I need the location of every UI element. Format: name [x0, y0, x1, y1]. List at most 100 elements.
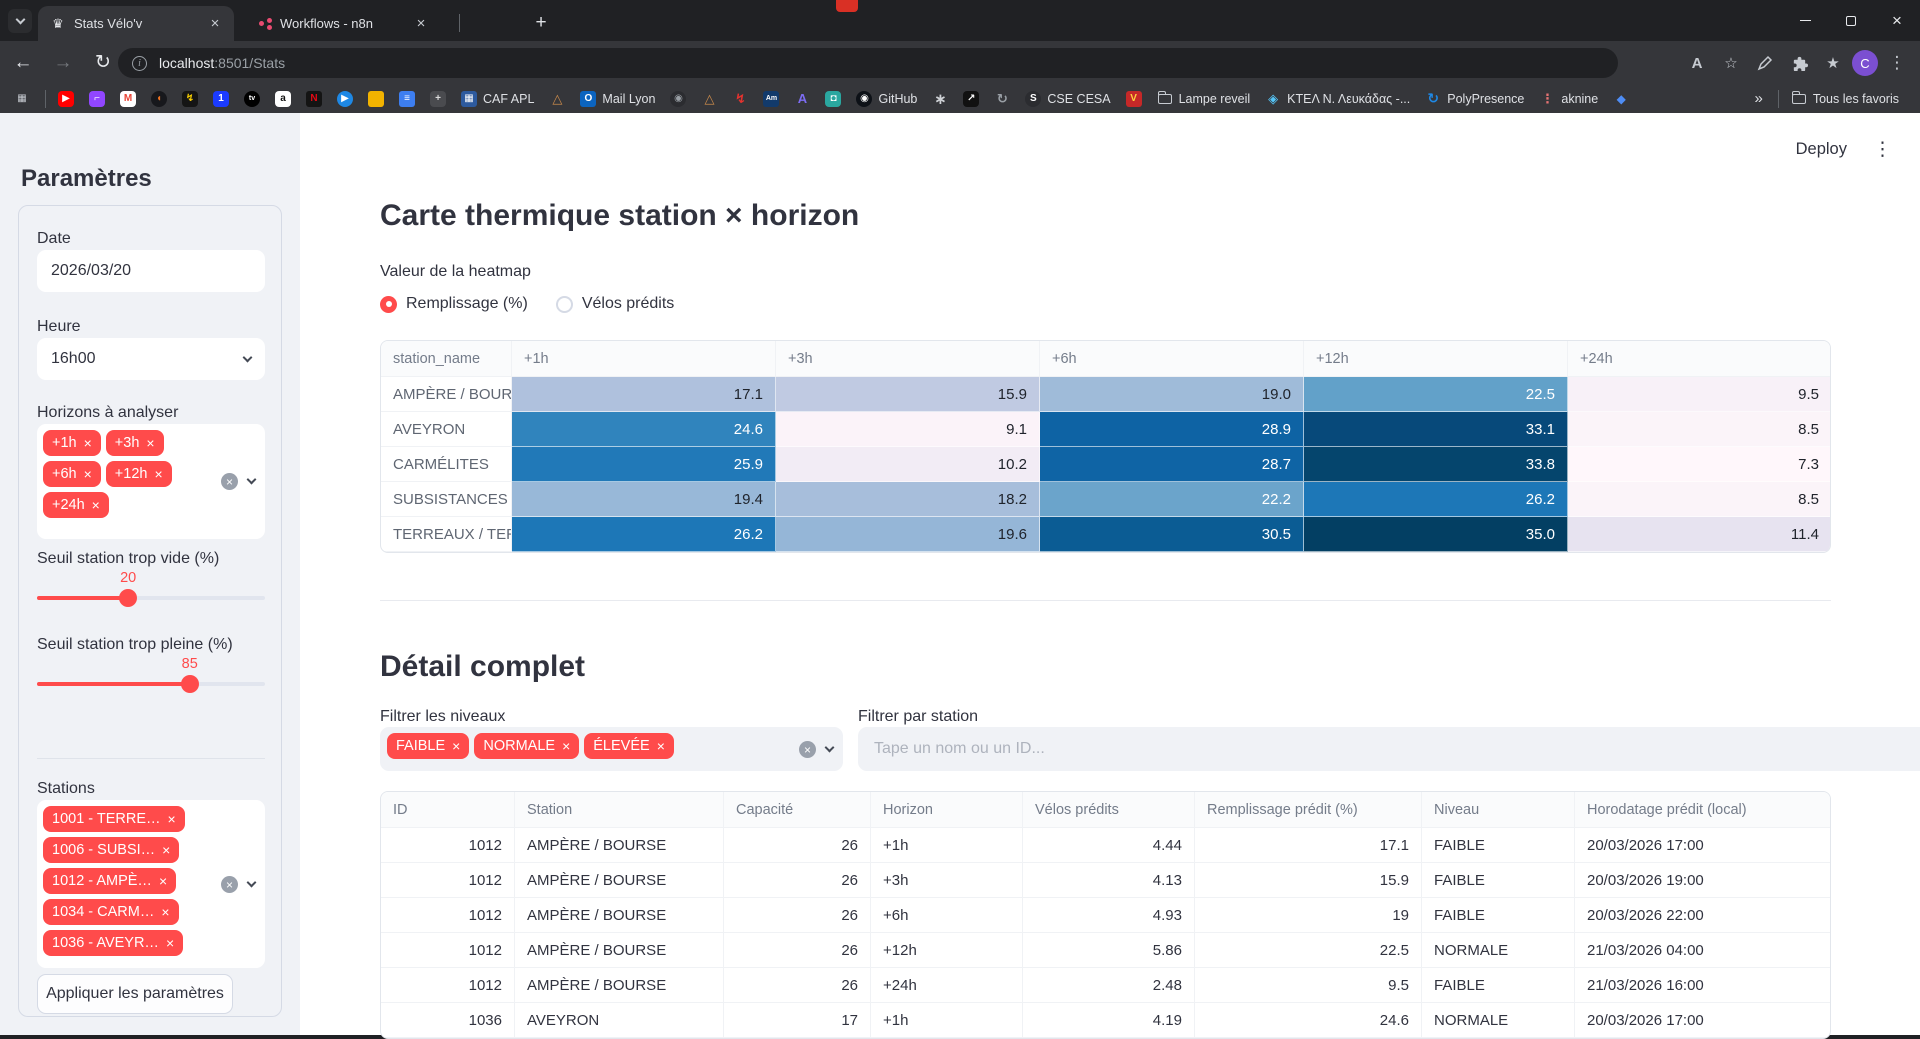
bookmark-item[interactable]: △: [545, 88, 569, 110]
bookmark-item[interactable]: M: [116, 88, 140, 110]
tag-remove-icon[interactable]: ×: [452, 739, 460, 753]
bookmark-star-icon[interactable]: ☆: [1716, 48, 1746, 78]
bookmark-item[interactable]: V: [1122, 88, 1146, 110]
window-close-button[interactable]: ×: [1874, 0, 1920, 41]
table-cell[interactable]: 15.9: [1195, 863, 1422, 898]
browser-menu-kebab-icon[interactable]: ⋮: [1882, 48, 1912, 78]
bookmark-item[interactable]: ≡: [395, 88, 419, 110]
apply-parameters-button[interactable]: Appliquer les paramètres: [37, 974, 233, 1014]
window-maximize-button[interactable]: [1828, 0, 1874, 41]
heatmap-column-header[interactable]: +6h: [1040, 341, 1304, 377]
bookmark-item[interactable]: 1: [209, 88, 233, 110]
bookmark-item[interactable]: N: [302, 88, 326, 110]
detail-column-header[interactable]: Vélos prédits: [1023, 792, 1195, 828]
bookmark-item[interactable]: ◖: [147, 88, 171, 110]
heatmap-column-header[interactable]: +12h: [1304, 341, 1568, 377]
bookmark-caf-apl[interactable]: ▦CAF APL: [457, 88, 538, 110]
bookmark-item[interactable]: ↻: [990, 88, 1014, 110]
table-cell[interactable]: 1012: [381, 898, 515, 933]
level-multiselect[interactable]: FAIBLE×NORMALE×ÉLEVÉE× ×: [380, 727, 843, 771]
bookmark-item[interactable]: ▶: [333, 88, 357, 110]
slider-thumb[interactable]: [119, 589, 137, 607]
table-cell[interactable]: AMPÈRE / BOURSE: [515, 898, 724, 933]
heatmap-table[interactable]: station_name+1h+3h+6h+12h+24hAMPÈRE / BO…: [380, 340, 1831, 553]
heatmap-row-label[interactable]: SUBSISTANCES: [381, 482, 512, 517]
bookmark-item[interactable]: ◆: [1609, 88, 1633, 110]
clear-all-icon[interactable]: ×: [799, 741, 816, 758]
tag-remove-icon[interactable]: ×: [657, 739, 665, 753]
heatmap-cell[interactable]: 7.3: [1568, 447, 1831, 482]
bookmark-item[interactable]: a: [271, 88, 295, 110]
table-cell[interactable]: 4.13: [1023, 863, 1195, 898]
tab-n8n[interactable]: Workflows - n8n ×: [244, 6, 440, 41]
tag-remove-icon[interactable]: ×: [562, 739, 570, 753]
bookmark-aknine[interactable]: ⋮aknine: [1535, 88, 1602, 110]
heatmap-cell[interactable]: 19.0: [1040, 377, 1304, 412]
site-info-icon[interactable]: i: [132, 56, 147, 71]
table-cell[interactable]: 21/03/2026 16:00: [1575, 968, 1831, 1003]
bookmark-item[interactable]: ◉: [666, 88, 690, 110]
table-cell[interactable]: FAIBLE: [1422, 898, 1575, 933]
bookmark-item[interactable]: ⌐: [85, 88, 109, 110]
station-tag[interactable]: 1012 - AMPÈ…×: [43, 868, 176, 894]
table-cell[interactable]: 1012: [381, 968, 515, 1003]
level-tag[interactable]: FAIBLE×: [387, 733, 469, 759]
tab-stats-velov[interactable]: ♛ Stats Vélo'v ×: [38, 6, 234, 41]
time-select[interactable]: 16h00: [37, 338, 265, 380]
heatmap-column-header[interactable]: +3h: [776, 341, 1040, 377]
forward-button[interactable]: →: [46, 46, 80, 80]
detail-column-header[interactable]: Station: [515, 792, 724, 828]
all-bookmarks-folder[interactable]: Tous les favoris: [1787, 88, 1903, 110]
window-minimize-button[interactable]: [1782, 0, 1828, 41]
bookmark-item[interactable]: A: [790, 88, 814, 110]
full-threshold-slider[interactable]: 85: [37, 656, 265, 696]
bookmark-item[interactable]: ∗: [928, 88, 952, 110]
tab-search-button[interactable]: [8, 9, 32, 33]
bookmark-folder[interactable]: Lampe reveil: [1153, 88, 1255, 110]
table-cell[interactable]: AMPÈRE / BOURSE: [515, 933, 724, 968]
heatmap-cell[interactable]: 11.4: [1568, 517, 1831, 552]
heatmap-cell[interactable]: 9.1: [776, 412, 1040, 447]
heatmap-cell[interactable]: 33.1: [1304, 412, 1568, 447]
bookmark-item[interactable]: tv: [240, 88, 264, 110]
chevron-down-icon[interactable]: [247, 475, 257, 485]
app-menu-kebab-icon[interactable]: ⋮: [1873, 138, 1892, 161]
horizon-tag[interactable]: +24h×: [43, 492, 109, 518]
refresh-button[interactable]: ↻: [86, 46, 120, 80]
level-tag[interactable]: NORMALE×: [474, 733, 579, 759]
heatmap-column-header[interactable]: +1h: [512, 341, 776, 377]
tag-remove-icon[interactable]: ×: [166, 936, 174, 950]
tag-remove-icon[interactable]: ×: [161, 905, 169, 919]
table-cell[interactable]: NORMALE: [1422, 1003, 1575, 1038]
back-button[interactable]: ←: [6, 46, 40, 80]
table-cell[interactable]: +12h: [871, 933, 1023, 968]
profile-avatar[interactable]: C: [1852, 50, 1878, 76]
table-cell[interactable]: 4.19: [1023, 1003, 1195, 1038]
table-cell[interactable]: AMPÈRE / BOURSE: [515, 863, 724, 898]
table-cell[interactable]: FAIBLE: [1422, 828, 1575, 863]
heatmap-cell[interactable]: 19.6: [776, 517, 1040, 552]
heatmap-cell[interactable]: 26.2: [1304, 482, 1568, 517]
bookmark-item[interactable]: △: [697, 88, 721, 110]
detail-column-header[interactable]: ID: [381, 792, 515, 828]
heatmap-corner-header[interactable]: station_name: [381, 341, 512, 377]
clear-all-icon[interactable]: ×: [221, 473, 238, 490]
chevron-down-icon[interactable]: [247, 878, 257, 888]
deploy-button[interactable]: Deploy: [1796, 140, 1847, 159]
horizon-tag[interactable]: +6h×: [43, 461, 101, 487]
bookmark-item[interactable]: ↗: [959, 88, 983, 110]
tab-close-icon[interactable]: ×: [412, 15, 430, 33]
address-bar[interactable]: i localhost:8501/Stats: [118, 48, 1618, 78]
station-tag[interactable]: 1036 - AVEYR…×: [43, 930, 183, 956]
table-cell[interactable]: 26: [724, 863, 871, 898]
bookmark-item[interactable]: ↯: [178, 88, 202, 110]
stations-multiselect[interactable]: 1001 - TERRE…×1006 - SUBSI…×1012 - AMPÈ……: [37, 800, 265, 968]
heatmap-cell[interactable]: 15.9: [776, 377, 1040, 412]
new-tab-button[interactable]: +: [528, 10, 554, 36]
bookmark-item[interactable]: ▶: [54, 88, 78, 110]
bookmark-polypresence[interactable]: ↻PolyPresence: [1421, 88, 1528, 110]
table-cell[interactable]: 4.93: [1023, 898, 1195, 933]
date-input[interactable]: 2026/03/20: [37, 250, 265, 292]
table-cell[interactable]: FAIBLE: [1422, 968, 1575, 1003]
tag-remove-icon[interactable]: ×: [168, 812, 176, 826]
